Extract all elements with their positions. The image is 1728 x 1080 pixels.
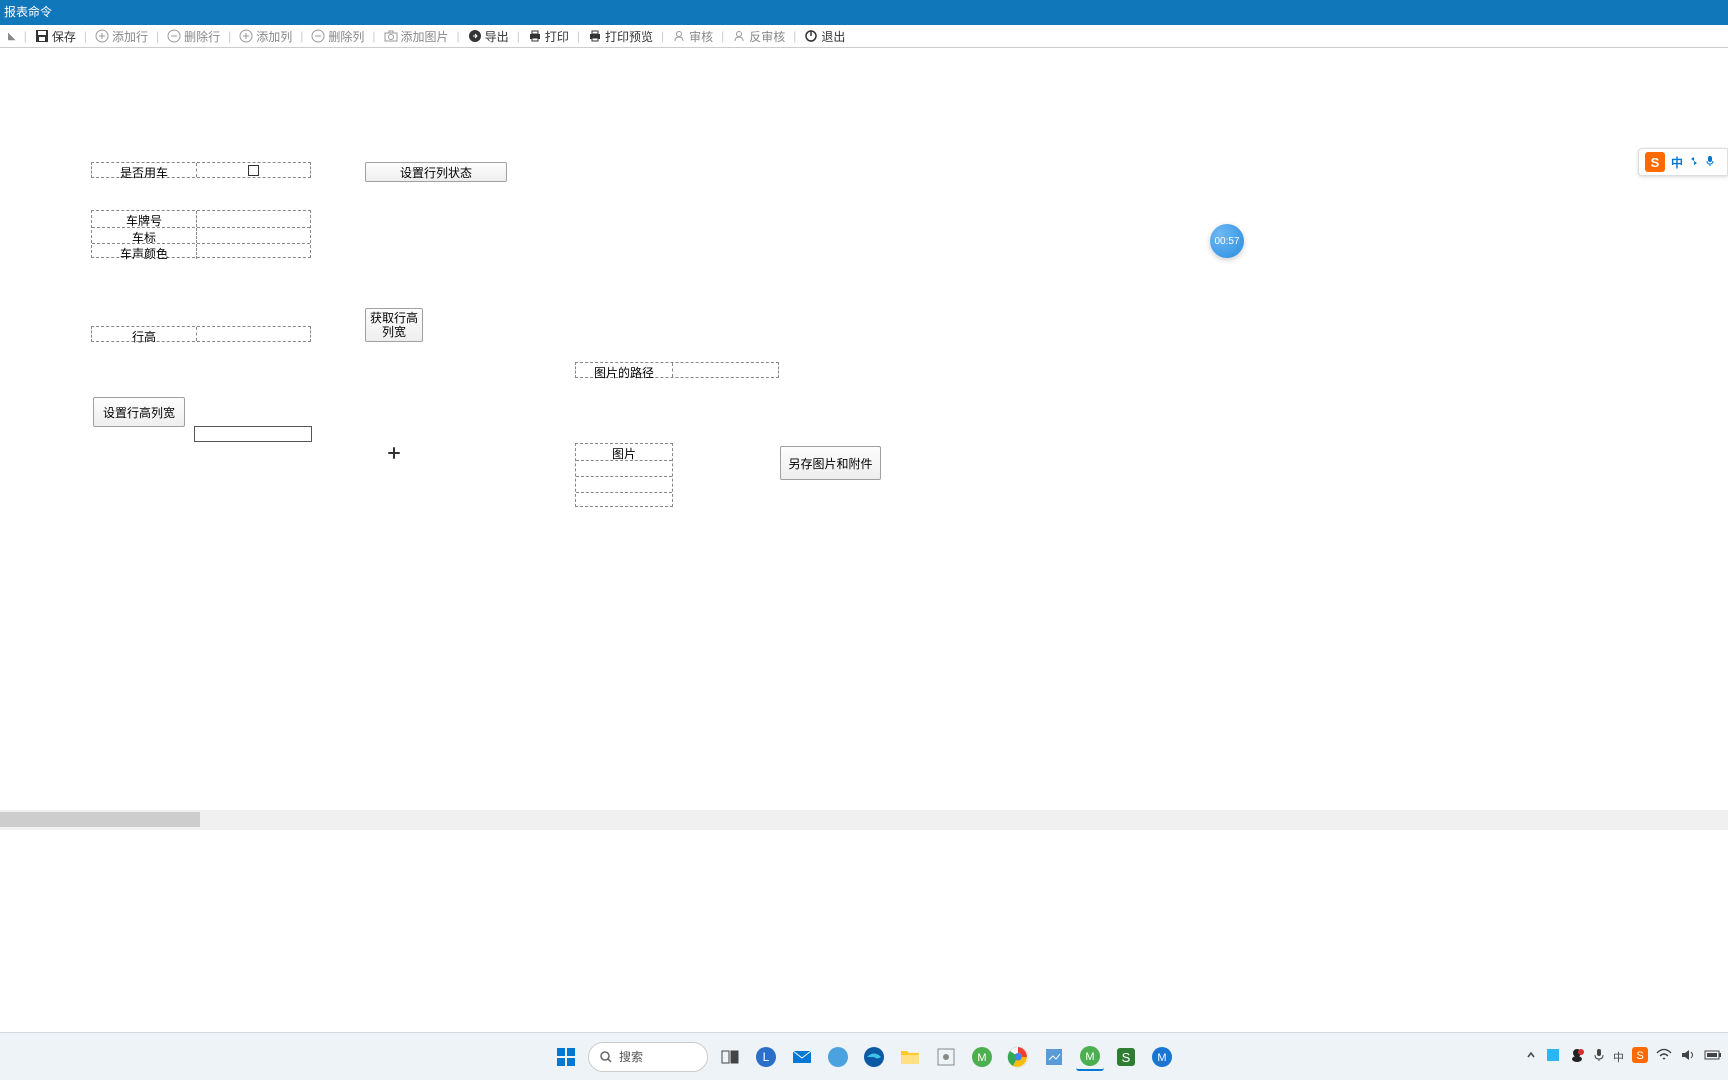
tray-sogou-icon[interactable]: S — [1632, 1047, 1648, 1066]
app-icon-7[interactable]: S — [1112, 1043, 1140, 1071]
window-title-bar: 报表命令 — [0, 0, 1728, 25]
app-icon-5[interactable] — [1040, 1043, 1068, 1071]
save-image-attachment-button[interactable]: 另存图片和附件 — [780, 446, 881, 480]
audit-button[interactable]: 审核 — [668, 26, 717, 47]
toolbar-left-caret[interactable]: ◣ — [4, 29, 20, 44]
app-icon-3[interactable] — [932, 1043, 960, 1071]
tray-mic-icon[interactable] — [1593, 1048, 1605, 1065]
tray-icon-2[interactable] — [1569, 1047, 1585, 1066]
printer-icon — [588, 29, 602, 43]
image-grid: 图片 — [575, 443, 673, 507]
mail-icon[interactable] — [788, 1043, 816, 1071]
ime-switch-icon[interactable] — [1689, 155, 1699, 169]
tray-volume-icon[interactable] — [1680, 1048, 1696, 1065]
brand-cell[interactable] — [196, 228, 310, 243]
set-rowcol-state-button[interactable]: 设置行列状态 — [365, 162, 507, 182]
exit-button[interactable]: 退出 — [800, 26, 849, 47]
plate-cell[interactable] — [196, 211, 310, 227]
power-icon — [804, 29, 818, 43]
add-col-button[interactable]: 添加列 — [235, 26, 296, 47]
export-icon — [468, 29, 482, 43]
app-icon-1[interactable]: L — [752, 1043, 780, 1071]
cursor-move-icon — [386, 445, 402, 461]
user-icon — [672, 29, 686, 43]
add-image-button[interactable]: 添加图片 — [380, 26, 453, 47]
minus-circle-icon — [311, 29, 325, 43]
brand-label: 车标 — [92, 228, 196, 243]
image-row-2[interactable] — [576, 476, 672, 492]
checkbox-icon[interactable] — [248, 165, 259, 176]
tray-battery-icon[interactable] — [1704, 1049, 1722, 1064]
taskbar-search[interactable]: 搜索 — [588, 1042, 708, 1072]
explorer-icon[interactable] — [896, 1043, 924, 1071]
del-col-button[interactable]: 删除列 — [307, 26, 368, 47]
row-height-label: 行高 — [92, 327, 196, 341]
app-icon-4[interactable]: M — [968, 1043, 996, 1071]
plate-label: 车牌号 — [92, 211, 196, 227]
edge-icon[interactable] — [860, 1043, 888, 1071]
app-icon-6[interactable]: M — [1076, 1043, 1104, 1071]
timer-badge: 00:57 — [1210, 224, 1244, 258]
empty-input-cell[interactable] — [194, 426, 312, 442]
print-button[interactable]: 打印 — [524, 26, 573, 47]
svg-text:M: M — [977, 1052, 986, 1064]
toolbar: ◣ | 保存 | 添加行 | 删除行 | 添加列 | 删除列 | 添加图片 | … — [0, 25, 1728, 48]
horizontal-scrollbar[interactable] — [0, 810, 1728, 830]
set-rowcol-size-button[interactable]: 设置行高列宽 — [93, 397, 185, 427]
window-title: 报表命令 — [4, 5, 52, 19]
row-height-row: 行高 — [91, 326, 311, 342]
tray-wifi-icon[interactable] — [1656, 1048, 1672, 1065]
get-rowcol-size-button[interactable]: 获取行高 列宽 — [365, 308, 423, 342]
color-cell[interactable] — [196, 244, 310, 259]
car-info-group: 车牌号 车标 车声颜色 — [91, 210, 311, 258]
export-button[interactable]: 导出 — [464, 26, 513, 47]
del-row-button[interactable]: 删除行 — [163, 26, 224, 47]
taskbar: 搜索 L M M S M 中 S — [0, 1032, 1728, 1080]
camera-icon — [384, 29, 398, 43]
tray-chevron-icon[interactable] — [1525, 1049, 1537, 1064]
app-icon-2[interactable] — [824, 1043, 852, 1071]
use-car-row: 是否用车 — [91, 162, 311, 178]
tray-ime-icon[interactable]: 中 — [1613, 1049, 1624, 1065]
svg-text:S: S — [1636, 1050, 1643, 1062]
row-height-cell[interactable] — [196, 327, 310, 341]
svg-text:M: M — [1157, 1052, 1166, 1064]
task-view-icon[interactable] — [716, 1043, 744, 1071]
ime-lang[interactable]: 中 — [1671, 154, 1683, 171]
plus-circle-icon — [95, 29, 109, 43]
print-preview-button[interactable]: 打印预览 — [584, 26, 657, 47]
svg-text:S: S — [1122, 1050, 1131, 1065]
scroll-thumb[interactable] — [0, 812, 200, 827]
sogou-logo-icon: S — [1645, 152, 1665, 172]
image-header: 图片 — [576, 444, 672, 460]
search-icon — [599, 1050, 613, 1064]
tray-icon-1[interactable] — [1545, 1047, 1561, 1066]
use-car-cell[interactable] — [196, 163, 310, 177]
image-path-row: 图片的路径 — [575, 362, 779, 378]
unaudit-button[interactable]: 反审核 — [728, 26, 789, 47]
ime-toolbar[interactable]: S 中 — [1638, 148, 1728, 176]
start-button[interactable] — [552, 1043, 580, 1071]
image-path-cell[interactable] — [672, 363, 778, 377]
system-tray: 中 S — [1525, 1047, 1722, 1066]
image-row-1[interactable] — [576, 460, 672, 476]
image-row-3[interactable] — [576, 492, 672, 508]
plus-circle-icon — [239, 29, 253, 43]
svg-text:L: L — [763, 1050, 770, 1064]
chrome-icon[interactable] — [1004, 1043, 1032, 1071]
image-path-label: 图片的路径 — [576, 363, 672, 377]
user-x-icon — [732, 29, 746, 43]
save-icon — [35, 29, 49, 43]
use-car-label: 是否用车 — [92, 163, 196, 177]
mic-icon[interactable] — [1705, 155, 1715, 170]
printer-icon — [528, 29, 542, 43]
color-label: 车声颜色 — [92, 244, 196, 259]
svg-text:M: M — [1085, 1051, 1094, 1063]
form-canvas: 是否用车 设置行列状态 车牌号 车标 车声颜色 行高 获取行高 列宽 图片的路径 — [0, 48, 1728, 808]
app-icon-8[interactable]: M — [1148, 1043, 1176, 1071]
minus-circle-icon — [167, 29, 181, 43]
add-row-button[interactable]: 添加行 — [91, 26, 152, 47]
save-button[interactable]: 保存 — [31, 26, 80, 47]
